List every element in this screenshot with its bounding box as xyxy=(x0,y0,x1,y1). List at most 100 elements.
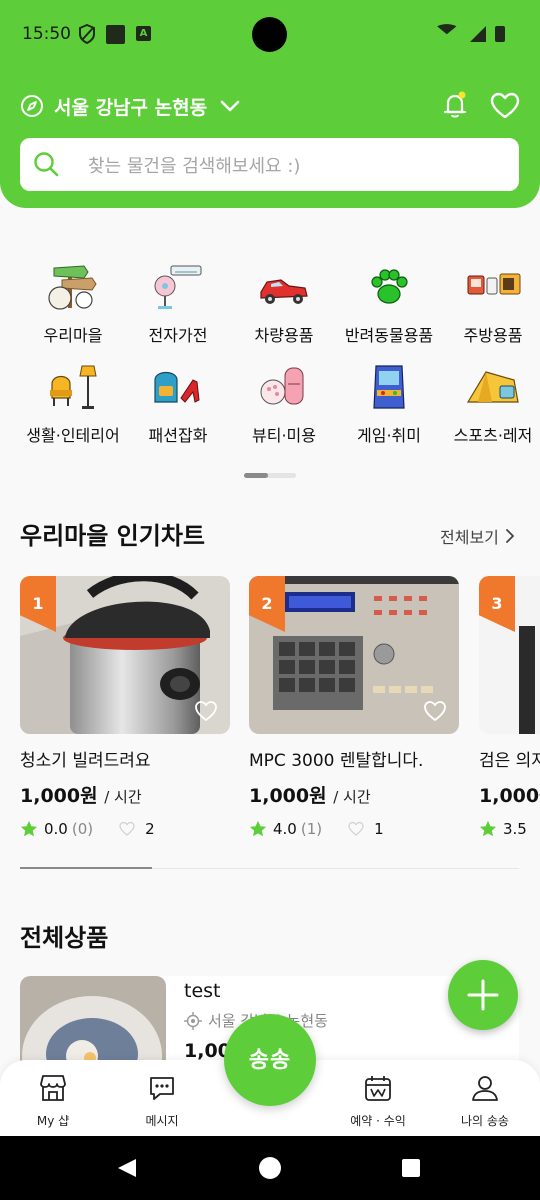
product-title: test xyxy=(184,980,221,1002)
search-input[interactable]: 찾는 물건을 검색해보세요 :) xyxy=(88,152,300,178)
songsong-home-button[interactable]: 송송 xyxy=(224,1014,316,1106)
category-label: 게임·취미 xyxy=(357,426,421,445)
square-icon xyxy=(106,25,125,44)
category-label: 스포츠·레저 xyxy=(453,426,533,445)
review-count: (0) xyxy=(71,820,94,838)
compass-icon xyxy=(21,95,43,117)
category-fashion[interactable]: 패션잡화 xyxy=(123,362,233,452)
search-icon xyxy=(34,152,59,177)
nav-label: My 샵 xyxy=(36,1114,70,1128)
all-products-title: 전체상품 xyxy=(20,924,109,952)
category-interior[interactable]: 생활·인테리어 xyxy=(18,362,128,452)
product-price: 1,000원 / 시간 xyxy=(249,781,459,808)
category-label: 우리마을 xyxy=(43,326,103,345)
product-image: 1 xyxy=(20,576,230,734)
category-game[interactable]: 게임·취미 xyxy=(334,362,444,452)
category-kitchen[interactable]: 주방용품 xyxy=(438,262,540,352)
car-icon xyxy=(260,279,308,304)
see-all-label: 전체보기 xyxy=(440,528,499,547)
category-village[interactable]: 우리마을 xyxy=(18,262,128,352)
heart-outline-icon[interactable] xyxy=(423,700,447,722)
profile-icon xyxy=(472,1076,498,1101)
product-price: 1,000원 xyxy=(479,781,540,808)
arcade-icon xyxy=(373,365,405,409)
rating-value: 0.0 xyxy=(44,820,68,838)
wifi-icon xyxy=(437,24,457,35)
beauty-icon xyxy=(260,367,304,405)
tent-icon xyxy=(466,371,519,403)
favorites-heart-icon[interactable] xyxy=(490,92,520,120)
nav-my-shop[interactable]: My 샵 xyxy=(8,1072,98,1129)
rating-value: 3.5 xyxy=(503,820,527,836)
category-beauty[interactable]: 뷰티·미용 xyxy=(229,362,339,452)
system-icons xyxy=(437,24,505,42)
heart-small-icon xyxy=(348,821,364,836)
price-value: 1,000원 xyxy=(249,785,327,807)
see-all-link[interactable]: 전체보기 xyxy=(440,524,515,548)
heart-small-icon xyxy=(119,821,135,836)
top-header: 15:50 A 서울 강남구 논현동 찾는 물건을 검색해보세요:) xyxy=(0,0,540,208)
star-icon xyxy=(20,820,38,837)
interior-icon xyxy=(50,365,97,409)
signal-icon xyxy=(470,26,486,42)
product-title: MPC 3000 렌탈합니다. xyxy=(249,751,424,771)
product-price: 1,000원 / 시간 xyxy=(20,781,230,808)
like-count: 2 xyxy=(145,820,155,838)
system-navigation-bar xyxy=(0,1136,540,1200)
popular-card[interactable]: 1 청소기 빌려드려요 1,000원 / 시간 0.0 (0) 2 xyxy=(20,576,230,838)
status-time: 15:50 xyxy=(22,24,71,44)
category-label: 패션잡화 xyxy=(148,426,208,445)
location-label: 서울 강남구 논현동 xyxy=(54,96,208,119)
village-icon xyxy=(48,265,97,310)
battery-icon xyxy=(495,26,505,42)
heart-outline-icon[interactable] xyxy=(194,700,218,722)
price-value: 1,000원 xyxy=(479,785,540,807)
location-selector[interactable]: 서울 강남구 논현동 xyxy=(20,92,241,120)
nav-profile[interactable]: 나의 송송 xyxy=(440,1072,530,1129)
star-icon xyxy=(479,820,497,836)
center-button-label: 송송 xyxy=(248,1048,292,1073)
product-title: 검은 의자 xyxy=(479,751,540,771)
chat-icon xyxy=(150,1077,174,1100)
nav-label: 예약 · 수익 xyxy=(350,1114,406,1128)
bell-icon[interactable] xyxy=(440,90,470,120)
price-unit: / 시간 xyxy=(104,788,142,806)
category-label: 뷰티·미용 xyxy=(252,426,316,445)
product-meta: 3.5 xyxy=(479,820,540,836)
front-camera xyxy=(252,17,287,52)
chevron-down-icon xyxy=(220,100,240,112)
product-meta: 0.0 (0) 2 xyxy=(20,820,230,838)
add-item-button[interactable] xyxy=(448,960,518,1030)
shop-icon xyxy=(40,1075,66,1101)
category-electronics[interactable]: 전자가전 xyxy=(123,262,233,352)
popular-card-clip: 3 검은 의자 1,000원 3.5 xyxy=(479,576,540,836)
category-label: 전자가전 xyxy=(148,326,208,345)
recents-icon[interactable] xyxy=(401,1158,421,1178)
fashion-icon xyxy=(154,371,200,403)
like-count: 1 xyxy=(374,820,384,838)
home-icon[interactable] xyxy=(258,1156,282,1180)
category-car[interactable]: 차량용품 xyxy=(229,262,339,352)
review-count: (1) xyxy=(300,820,323,838)
rating-value: 4.0 xyxy=(273,820,297,838)
nav-messages[interactable]: 메시지 xyxy=(117,1072,207,1129)
status-bar: 15:50 A xyxy=(0,0,540,70)
product-title: 청소기 빌려드려요 xyxy=(20,751,151,771)
product-meta: 4.0 (1) 1 xyxy=(249,820,459,838)
nav-label: 메시지 xyxy=(145,1114,179,1128)
page-indicator-active xyxy=(244,473,268,478)
category-page-indicator xyxy=(244,473,296,478)
star-icon xyxy=(249,820,267,837)
category-pet[interactable]: 반려동물용품 xyxy=(334,262,444,352)
popular-card[interactable]: 2 MPC 3000 렌탈합니다. 1,000원 / 시간 4.0 (1) 1 xyxy=(249,576,459,838)
price-value: 1,000원 xyxy=(20,785,98,807)
popular-card[interactable]: 3 검은 의자 1,000원 3.5 xyxy=(479,576,540,836)
nav-reservations[interactable]: 예약 · 수익 xyxy=(333,1072,423,1129)
scroll-indicator xyxy=(20,867,152,869)
kitchen-icon xyxy=(467,273,521,295)
back-icon[interactable] xyxy=(116,1157,138,1179)
location-target-icon xyxy=(184,1011,202,1030)
search-bar[interactable]: 찾는 물건을 검색해보세요 :) xyxy=(20,138,519,191)
category-label: 주방용품 xyxy=(463,326,523,345)
category-sports[interactable]: 스포츠·레저 xyxy=(438,362,540,452)
